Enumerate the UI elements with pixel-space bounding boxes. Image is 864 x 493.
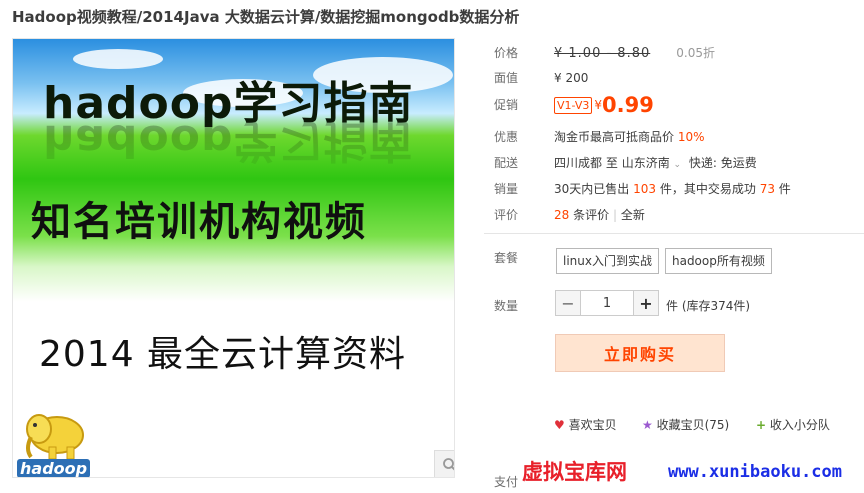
sales-count: 103 <box>633 182 657 196</box>
ship-destination: 山东济南 <box>621 156 670 170</box>
shipping-label: 配送 <box>494 156 519 170</box>
package-option-hadoop[interactable]: hadoop所有视频 <box>664 248 772 274</box>
quantity-input[interactable]: 1 <box>581 290 633 316</box>
quantity-decrease-button[interactable]: − <box>555 290 581 316</box>
ship-destination-select[interactable]: 山东济南 ⌄ <box>622 156 681 170</box>
image-subheading: 知名培训机构视频 <box>31 199 367 245</box>
success-count: 73 <box>759 182 775 196</box>
heart-icon: ♥ <box>554 418 565 432</box>
product-title: Hadoop视频教程/2014Java 大数据云计算/数据挖掘mongodb数据… <box>12 8 520 26</box>
review-text: 条评价 <box>573 208 610 222</box>
sales-row: 销量 30天内已售出 103 件，其中交易成功 73 件 <box>494 180 791 197</box>
hadoop-logo-text: hadoop <box>17 459 91 477</box>
watermark-url: www.xunibaoku.com <box>668 462 842 482</box>
hadoop-elephant-icon <box>26 414 84 460</box>
ship-from: 四川成都 <box>554 156 603 170</box>
promo-row: 促销 V1-V3 ¥0.99 <box>494 93 654 117</box>
divider <box>484 233 864 234</box>
collect-label: 收藏宝贝(75) <box>656 418 730 432</box>
quantity-label: 数量 <box>494 299 519 313</box>
shipping-row: 配送 四川成都 至 山东济南 ⌄ 快递: 免运费 <box>494 154 757 171</box>
vip-level-tag: V1-V3 <box>554 96 593 114</box>
sales-prefix: 30天内已售出 <box>554 182 630 196</box>
sales-label: 销量 <box>494 182 519 196</box>
benefit-percent: 10% <box>677 130 705 144</box>
sales-suffix: 件 <box>778 182 791 196</box>
promo-price: 0.99 <box>602 93 654 117</box>
watermark-name: 虚拟宝库网 <box>522 460 627 484</box>
condition-text: 全新 <box>620 208 645 222</box>
promo-label: 促销 <box>494 97 519 112</box>
share-label: 收入小分队 <box>769 418 830 432</box>
discount-text: 0.05折 <box>676 46 715 60</box>
review-count: 28 <box>554 208 570 222</box>
review-link[interactable]: 28 条评价 <box>554 208 609 222</box>
buy-now-button[interactable]: 立即购买 <box>555 334 725 372</box>
chevron-down-icon: ⌄ <box>673 160 682 170</box>
star-icon: ★ <box>642 418 653 432</box>
price-label: 价格 <box>494 46 519 60</box>
face-value: ¥ 200 <box>554 71 589 85</box>
like-label: 喜欢宝贝 <box>568 418 617 432</box>
rating-separator: | <box>612 208 617 222</box>
image-heading-reflection: hadoop学习指南 <box>43 115 414 166</box>
product-image[interactable]: hadoop学习指南 hadoop学习指南 知名培训机构视频 2014 最全云计… <box>12 38 455 478</box>
quantity-stepper: − 1 + <box>555 290 659 316</box>
package-row: 套餐 <box>494 249 554 266</box>
rating-row: 评价 28 条评价 | 全新 <box>494 206 645 223</box>
face-value-label: 面值 <box>494 71 519 85</box>
collect-button[interactable]: ★ 收藏宝贝(75) <box>642 416 729 433</box>
magnifier-icon <box>443 458 454 471</box>
package-label: 套餐 <box>494 251 519 265</box>
face-value-row: 面值 ¥ 200 <box>494 69 588 86</box>
package-option-linux[interactable]: linux入门到实战 <box>556 248 659 274</box>
benefit-text: 淘金币最高可抵商品价 <box>554 130 675 144</box>
plus-icon: + <box>756 418 767 432</box>
price-row: 价格 ¥ 1.00 - 8.80 0.05折 <box>494 44 715 61</box>
image-tagline: 2014 最全云计算资料 <box>39 334 407 375</box>
zoom-button[interactable] <box>434 450 454 477</box>
benefit-label: 优惠 <box>494 130 519 144</box>
ship-to-word: 至 <box>605 156 618 170</box>
quantity-label-row: 数量 <box>494 297 554 314</box>
cloud-decoration <box>73 49 163 69</box>
promo-currency: ¥ <box>594 98 603 112</box>
share-button[interactable]: + 收入小分队 <box>756 416 830 433</box>
original-price: ¥ 1.00 - 8.80 <box>554 46 651 61</box>
rating-label: 评价 <box>494 208 519 222</box>
stock-text: 件 (库存374件) <box>666 299 751 313</box>
like-button[interactable]: ♥ 喜欢宝贝 <box>554 416 617 433</box>
quantity-increase-button[interactable]: + <box>633 290 659 316</box>
sales-mid: 件，其中交易成功 <box>659 182 756 196</box>
package-options: linux入门到实战 hadoop所有视频 <box>556 248 778 274</box>
benefit-row: 优惠 淘金币最高可抵商品价 10% <box>494 128 705 145</box>
express-fee: 快递: 免运费 <box>688 156 757 170</box>
